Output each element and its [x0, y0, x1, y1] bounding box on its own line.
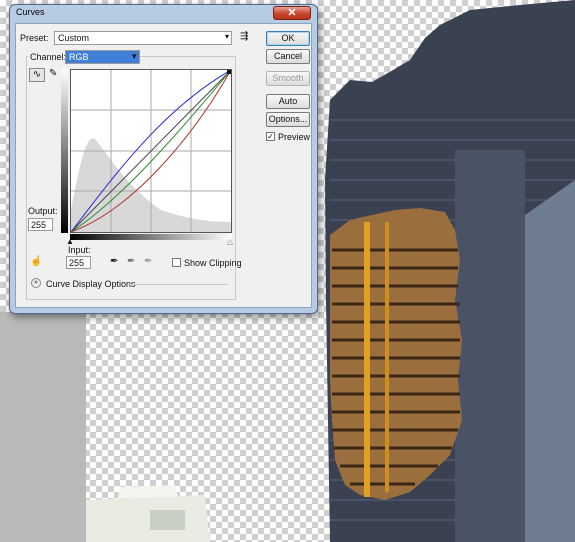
- chevron-down-icon: ▾: [224, 32, 229, 41]
- smooth-button[interactable]: Smooth: [266, 71, 310, 86]
- preset-value: Custom: [58, 33, 90, 43]
- input-label: Input:: [68, 245, 91, 255]
- output-field[interactable]: 255: [28, 218, 53, 231]
- pencil-icon[interactable]: ✎: [49, 68, 57, 80]
- cancel-button[interactable]: Cancel: [266, 49, 310, 64]
- preset-label: Preset:: [20, 33, 49, 43]
- channel-dropdown-icon[interactable]: ▾: [132, 50, 137, 62]
- input-field[interactable]: 255: [66, 256, 91, 269]
- target-adjust-icon[interactable]: ☝: [30, 256, 42, 268]
- channel-label: Channel:: [28, 52, 69, 62]
- expand-chevron-icon[interactable]: »: [31, 278, 41, 288]
- dialog-title: Curves: [16, 7, 45, 17]
- ok-button[interactable]: OK: [266, 31, 310, 46]
- curve-graph[interactable]: [70, 69, 232, 233]
- curve-display-options[interactable]: Curve Display Options: [46, 279, 136, 289]
- divider: [128, 284, 228, 285]
- show-clipping-label: Show Clipping: [184, 258, 242, 268]
- dialog-title-bar[interactable]: Curves ✕: [10, 5, 317, 23]
- gray-eyedropper-icon[interactable]: ✒: [127, 256, 135, 268]
- output-label: Output:: [28, 206, 58, 216]
- channel-select[interactable]: RGB: [65, 50, 140, 64]
- close-button[interactable]: ✕: [273, 6, 311, 20]
- white-point-slider[interactable]: △: [227, 236, 233, 248]
- show-clipping-checkbox[interactable]: [172, 258, 181, 267]
- preset-menu-icon[interactable]: ⇶: [240, 31, 248, 43]
- dialog-body: Preset: Custom ▾ ⇶ Channel: RGB ▾ ∿ ✎ ▲ …: [15, 23, 312, 308]
- preset-select[interactable]: Custom ▾: [54, 31, 232, 45]
- auto-button[interactable]: Auto: [266, 94, 310, 109]
- input-gradient-bar: [70, 234, 232, 240]
- output-gradient-bar: [61, 69, 68, 233]
- preview-checkbox[interactable]: ✓: [266, 132, 275, 141]
- curve-point-icon[interactable]: ∿: [29, 68, 45, 82]
- preview-label: Preview: [278, 132, 311, 142]
- black-eyedropper-icon[interactable]: ✒: [110, 256, 118, 268]
- options-button[interactable]: Options...: [266, 112, 310, 127]
- white-eyedropper-icon[interactable]: ✒: [144, 256, 152, 268]
- channel-value: RGB: [69, 52, 89, 62]
- curves-dialog: Curves ✕ Preset: Custom ▾ ⇶ Channel: RGB…: [9, 4, 318, 314]
